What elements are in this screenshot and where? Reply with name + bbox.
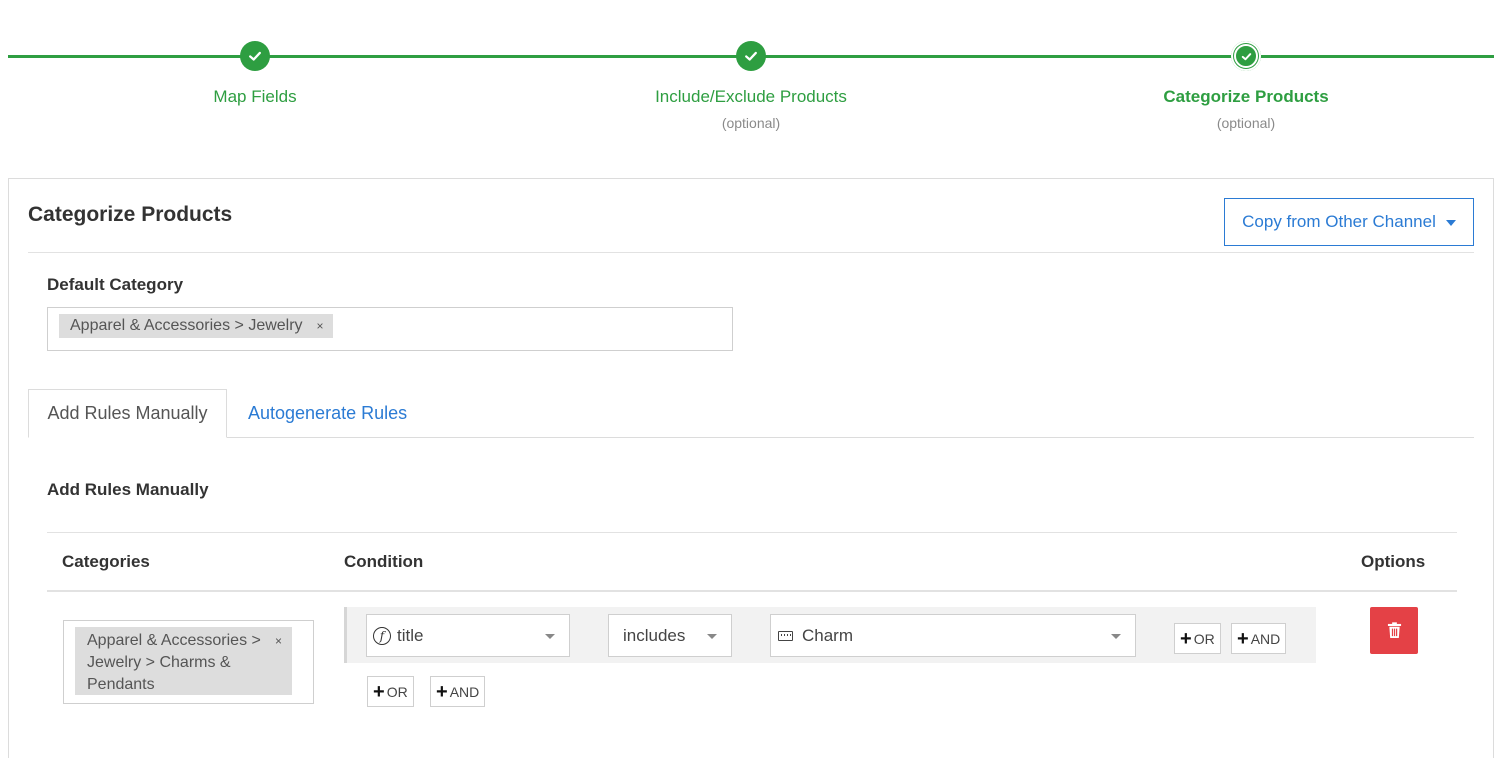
operator-select[interactable]: includes	[608, 614, 732, 657]
plus-icon: +	[1180, 627, 1192, 650]
categorize-panel: Categorize Products Copy from Other Chan…	[8, 178, 1494, 758]
section-title: Add Rules Manually	[47, 480, 209, 499]
copy-from-other-channel-button[interactable]: Copy from Other Channel	[1224, 198, 1474, 246]
table-header-border	[47, 590, 1457, 592]
column-header-categories: Categories	[62, 552, 150, 571]
page-title: Categorize Products	[28, 203, 233, 226]
selected-category-chip: Apparel & Accessories > Jewelry > Charms…	[75, 627, 292, 695]
check-circle-icon	[1231, 41, 1261, 71]
table-top-border	[47, 532, 1457, 533]
add-or-group-button[interactable]: + OR	[367, 676, 414, 707]
default-category-select[interactable]: Apparel & Accessories > Jewelry ×	[47, 307, 733, 351]
rule-category-select[interactable]: Apparel & Accessories > Jewelry > Charms…	[63, 620, 314, 704]
chevron-down-icon	[1111, 634, 1121, 639]
field-value: title	[397, 625, 424, 645]
tab-autogenerate-rules[interactable]: Autogenerate Rules	[248, 403, 407, 424]
or-label: OR	[1193, 630, 1215, 647]
value-text: Charm	[802, 625, 854, 645]
selected-category-chip: Apparel & Accessories > Jewelry ×	[59, 314, 333, 338]
step-optional-note: (optional)	[1216, 115, 1276, 131]
add-and-group-button[interactable]: + AND	[430, 676, 486, 707]
operator-value: includes	[623, 625, 686, 645]
chevron-down-icon	[545, 634, 555, 639]
step-optional-note: (optional)	[721, 115, 781, 131]
and-label: AND	[1250, 630, 1281, 647]
remove-chip-icon[interactable]: ×	[275, 630, 282, 652]
or-label: OR	[386, 683, 408, 700]
divider	[28, 252, 1474, 253]
plus-icon: +	[436, 680, 448, 703]
column-header-condition: Condition	[344, 552, 424, 571]
column-header-options: Options	[1361, 552, 1426, 571]
tabs-divider	[28, 437, 1474, 438]
value-select[interactable]: Charm	[770, 614, 1136, 657]
copy-button-label: Copy from Other Channel	[1242, 212, 1436, 231]
caret-down-icon	[1445, 220, 1456, 226]
default-category-label: Default Category	[47, 275, 184, 294]
trash-icon	[1387, 622, 1401, 638]
and-label: AND	[449, 683, 480, 700]
add-and-condition-button[interactable]: + AND	[1231, 623, 1287, 654]
chevron-down-icon	[707, 634, 717, 639]
condition-group: f title includes Charm + OR + AND	[344, 607, 1316, 663]
tab-add-rules-manually[interactable]: Add Rules Manually	[28, 389, 227, 438]
step-map-fields[interactable]: Map Fields	[95, 41, 415, 107]
step-label: Map Fields	[213, 87, 297, 106]
keyboard-icon	[778, 630, 793, 641]
step-include-exclude[interactable]: Include/Exclude Products (optional)	[591, 41, 911, 131]
step-categorize-products[interactable]: Categorize Products (optional)	[1086, 41, 1406, 131]
check-icon	[736, 41, 766, 71]
field-select[interactable]: f title	[366, 614, 570, 657]
plus-icon: +	[373, 680, 385, 703]
step-label: Include/Exclude Products	[655, 87, 847, 106]
chip-label: Apparel & Accessories > Jewelry	[70, 317, 303, 334]
chip-label: Apparel & Accessories > Jewelry > Charms…	[87, 632, 261, 693]
function-icon: f	[373, 626, 391, 645]
remove-chip-icon[interactable]: ×	[317, 319, 324, 333]
delete-rule-button[interactable]	[1370, 607, 1418, 654]
plus-icon: +	[1237, 627, 1249, 650]
add-or-condition-button[interactable]: + OR	[1174, 623, 1221, 654]
step-label: Categorize Products	[1163, 87, 1329, 106]
check-icon	[240, 41, 270, 71]
